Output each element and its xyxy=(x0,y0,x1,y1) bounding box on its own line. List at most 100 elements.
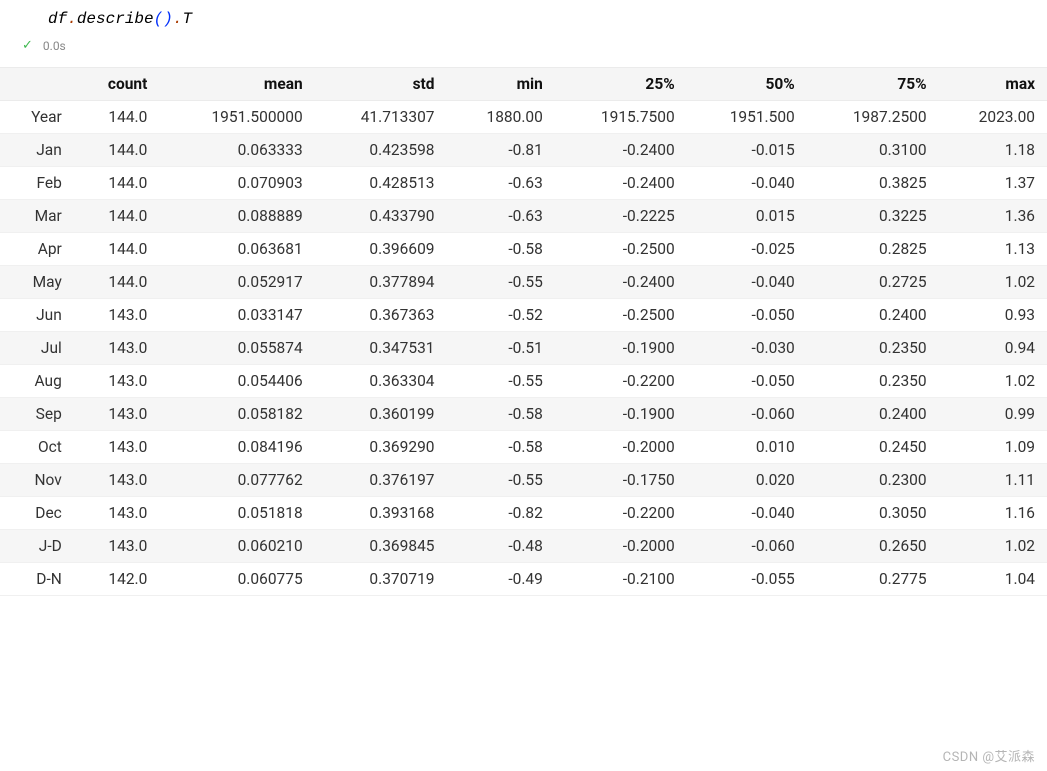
table-cell: -0.040 xyxy=(687,266,807,299)
table-row: Apr144.00.0636810.396609-0.58-0.2500-0.0… xyxy=(0,233,1047,266)
table-row: Aug143.00.0544060.363304-0.55-0.2200-0.0… xyxy=(0,365,1047,398)
table-cell: 1.11 xyxy=(939,464,1047,497)
code-token-attribute: T xyxy=(182,10,192,28)
code-token-dot2: . xyxy=(173,10,183,28)
table-header-std: std xyxy=(315,68,447,101)
table-row: J-D143.00.0602100.369845-0.48-0.2000-0.0… xyxy=(0,530,1047,563)
row-label: May xyxy=(0,266,74,299)
table-cell: 0.084196 xyxy=(159,431,314,464)
table-cell: -0.82 xyxy=(447,497,555,530)
table-cell: -0.2400 xyxy=(555,134,687,167)
table-cell: 1.13 xyxy=(939,233,1047,266)
table-header-row: countmeanstdmin25%50%75%max xyxy=(0,68,1047,101)
table-cell: 0.93 xyxy=(939,299,1047,332)
table-cell: 0.033147 xyxy=(159,299,314,332)
check-icon: ✓ xyxy=(22,38,33,53)
table-cell: 144.0 xyxy=(74,200,160,233)
row-label: Dec xyxy=(0,497,74,530)
table-cell: -0.52 xyxy=(447,299,555,332)
table-row: Jun143.00.0331470.367363-0.52-0.2500-0.0… xyxy=(0,299,1047,332)
table-cell: 1.36 xyxy=(939,200,1047,233)
table-cell: -0.63 xyxy=(447,200,555,233)
table-cell: -0.050 xyxy=(687,299,807,332)
table-cell: 0.2350 xyxy=(807,332,939,365)
output-table-wrapper: countmeanstdmin25%50%75%max Year144.0195… xyxy=(0,67,1047,596)
table-cell: 0.060210 xyxy=(159,530,314,563)
table-cell: 144.0 xyxy=(74,266,160,299)
table-cell: 0.347531 xyxy=(315,332,447,365)
row-label: Aug xyxy=(0,365,74,398)
table-row: Oct143.00.0841960.369290-0.58-0.20000.01… xyxy=(0,431,1047,464)
table-cell: 0.2350 xyxy=(807,365,939,398)
table-cell: 0.369845 xyxy=(315,530,447,563)
table-cell: 0.3100 xyxy=(807,134,939,167)
table-row: Sep143.00.0581820.360199-0.58-0.1900-0.0… xyxy=(0,398,1047,431)
table-row: D-N142.00.0607750.370719-0.49-0.2100-0.0… xyxy=(0,563,1047,596)
table-cell: -0.1900 xyxy=(555,398,687,431)
table-cell: 142.0 xyxy=(74,563,160,596)
table-cell: -0.63 xyxy=(447,167,555,200)
execution-time: 0.0s xyxy=(43,39,66,53)
table-cell: 0.020 xyxy=(687,464,807,497)
table-cell: 1951.500 xyxy=(687,101,807,134)
table-cell: 0.3825 xyxy=(807,167,939,200)
table-cell: -0.1750 xyxy=(555,464,687,497)
row-label: Apr xyxy=(0,233,74,266)
table-cell: 0.015 xyxy=(687,200,807,233)
code-input[interactable]: df.describe().T xyxy=(0,8,1047,30)
table-header-75pct: 75% xyxy=(807,68,939,101)
table-cell: 0.063333 xyxy=(159,134,314,167)
table-cell: 0.055874 xyxy=(159,332,314,365)
table-cell: 1.02 xyxy=(939,266,1047,299)
table-cell: 0.433790 xyxy=(315,200,447,233)
table-cell: 143.0 xyxy=(74,497,160,530)
table-cell: -0.060 xyxy=(687,530,807,563)
table-header-max: max xyxy=(939,68,1047,101)
table-cell: -0.2500 xyxy=(555,233,687,266)
describe-table: countmeanstdmin25%50%75%max Year144.0195… xyxy=(0,68,1047,596)
table-cell: 143.0 xyxy=(74,431,160,464)
table-cell: 144.0 xyxy=(74,167,160,200)
table-cell: 0.060775 xyxy=(159,563,314,596)
table-cell: 1987.2500 xyxy=(807,101,939,134)
table-row: Mar144.00.0888890.433790-0.63-0.22250.01… xyxy=(0,200,1047,233)
table-header-min: min xyxy=(447,68,555,101)
table-cell: 0.077762 xyxy=(159,464,314,497)
table-cell: -0.030 xyxy=(687,332,807,365)
table-cell: 0.058182 xyxy=(159,398,314,431)
table-cell: 0.088889 xyxy=(159,200,314,233)
table-cell: 0.2450 xyxy=(807,431,939,464)
table-cell: -0.48 xyxy=(447,530,555,563)
table-cell: 2023.00 xyxy=(939,101,1047,134)
table-cell: 0.367363 xyxy=(315,299,447,332)
table-cell: -0.2400 xyxy=(555,266,687,299)
table-cell: 143.0 xyxy=(74,530,160,563)
row-label: Year xyxy=(0,101,74,134)
table-cell: 0.369290 xyxy=(315,431,447,464)
table-cell: -0.2225 xyxy=(555,200,687,233)
table-cell: 41.713307 xyxy=(315,101,447,134)
table-cell: -0.015 xyxy=(687,134,807,167)
table-cell: 0.070903 xyxy=(159,167,314,200)
table-cell: -0.040 xyxy=(687,167,807,200)
table-cell: -0.49 xyxy=(447,563,555,596)
table-cell: -0.2200 xyxy=(555,365,687,398)
table-cell: -0.2000 xyxy=(555,431,687,464)
table-cell: 0.2300 xyxy=(807,464,939,497)
row-label: D-N xyxy=(0,563,74,596)
row-label: Jan xyxy=(0,134,74,167)
table-row: Jul143.00.0558740.347531-0.51-0.1900-0.0… xyxy=(0,332,1047,365)
table-cell: -0.55 xyxy=(447,365,555,398)
table-cell: -0.55 xyxy=(447,266,555,299)
table-row: Year144.01951.50000041.7133071880.001915… xyxy=(0,101,1047,134)
table-cell: 1.37 xyxy=(939,167,1047,200)
row-label: Jun xyxy=(0,299,74,332)
code-token-paren-open: ( xyxy=(154,10,164,28)
table-header-mean: mean xyxy=(159,68,314,101)
table-row: Feb144.00.0709030.428513-0.63-0.2400-0.0… xyxy=(0,167,1047,200)
table-cell: 0.3050 xyxy=(807,497,939,530)
table-cell: 144.0 xyxy=(74,233,160,266)
table-cell: 0.052917 xyxy=(159,266,314,299)
table-cell: -0.55 xyxy=(447,464,555,497)
table-cell: 0.063681 xyxy=(159,233,314,266)
